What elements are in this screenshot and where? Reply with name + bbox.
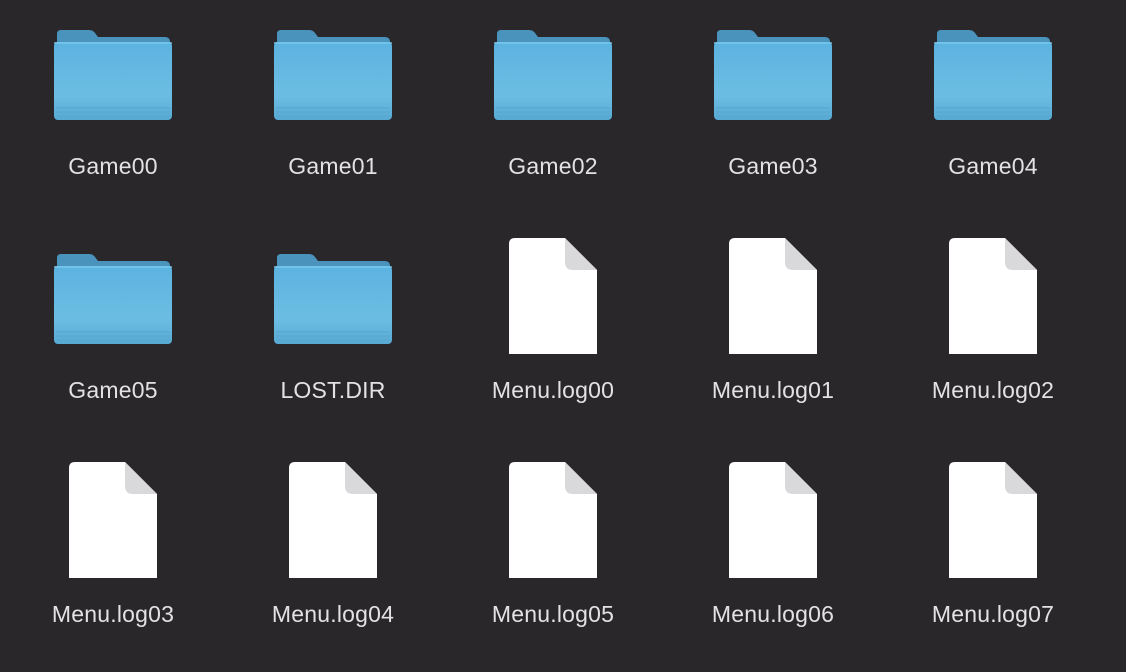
document-icon[interactable] — [491, 236, 615, 356]
file-item[interactable]: Menu.log03 — [3, 448, 223, 672]
file-item[interactable]: Menu.log04 — [223, 448, 443, 672]
folder-item[interactable]: Game03 — [663, 0, 883, 224]
item-label: Menu.log07 — [931, 601, 1055, 627]
document-icon[interactable] — [931, 236, 1055, 356]
file-item[interactable]: Menu.log02 — [883, 224, 1103, 448]
document-icon[interactable] — [491, 460, 615, 580]
folder-item[interactable]: LOST.DIR — [223, 224, 443, 448]
folder-icon[interactable] — [51, 28, 175, 122]
file-item[interactable]: Menu.log01 — [663, 224, 883, 448]
item-label: LOST.DIR — [280, 377, 386, 403]
folder-icon[interactable] — [271, 28, 395, 122]
item-label: Menu.log03 — [51, 601, 175, 627]
folder-icon[interactable] — [711, 28, 835, 122]
folder-item[interactable]: Game02 — [443, 0, 663, 224]
document-icon[interactable] — [271, 460, 395, 580]
folder-item[interactable]: Game05 — [3, 224, 223, 448]
document-icon[interactable] — [931, 460, 1055, 580]
item-label: Menu.log01 — [711, 377, 835, 403]
item-label: Game03 — [728, 153, 818, 179]
folder-icon[interactable] — [931, 28, 1055, 122]
item-label: Game00 — [68, 153, 158, 179]
document-icon[interactable] — [51, 460, 175, 580]
document-icon[interactable] — [711, 236, 835, 356]
item-label: Menu.log02 — [931, 377, 1055, 403]
item-label: Menu.log05 — [491, 601, 615, 627]
document-icon[interactable] — [711, 460, 835, 580]
file-grid: Game00 Game01 Game02 Game03 Game04 Game0… — [0, 0, 1126, 672]
folder-item[interactable]: Game04 — [883, 0, 1103, 224]
folder-icon[interactable] — [271, 252, 395, 346]
item-label: Game01 — [288, 153, 378, 179]
folder-item[interactable]: Game00 — [3, 0, 223, 224]
item-label: Menu.log06 — [711, 601, 835, 627]
file-item[interactable]: Menu.log05 — [443, 448, 663, 672]
item-label: Game02 — [508, 153, 598, 179]
file-item[interactable]: Menu.log00 — [443, 224, 663, 448]
folder-icon[interactable] — [51, 252, 175, 346]
item-label: Game05 — [68, 377, 158, 403]
item-label: Menu.log04 — [271, 601, 395, 627]
folder-icon[interactable] — [491, 28, 615, 122]
folder-item[interactable]: Game01 — [223, 0, 443, 224]
file-item[interactable]: Menu.log06 — [663, 448, 883, 672]
file-item[interactable]: Menu.log07 — [883, 448, 1103, 672]
item-label: Game04 — [948, 153, 1038, 179]
item-label: Menu.log00 — [491, 377, 615, 403]
